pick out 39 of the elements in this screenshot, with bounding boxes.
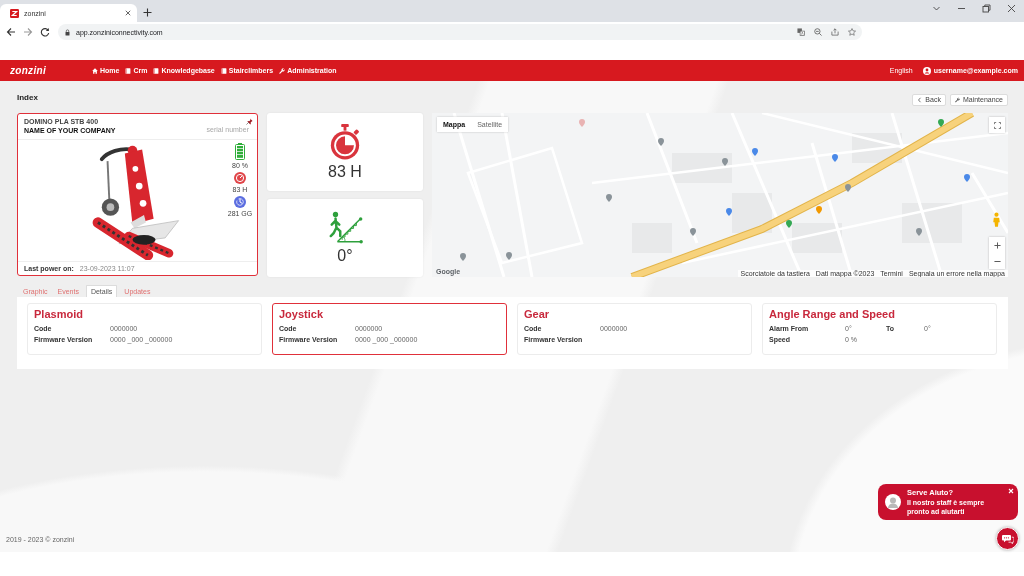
zoom-in-button[interactable] xyxy=(989,237,1005,253)
pin-icon[interactable] xyxy=(246,118,253,125)
module-title: Angle Range and Speed xyxy=(769,308,896,320)
module-title: Plasmoid xyxy=(34,308,84,320)
avatar-icon xyxy=(885,494,901,510)
battery-icon xyxy=(235,143,245,160)
fullscreen-button[interactable] xyxy=(989,117,1005,133)
zoom-out-icon[interactable] xyxy=(814,28,822,36)
book-icon xyxy=(125,67,132,74)
gauge-icon xyxy=(234,172,246,184)
brand-logo[interactable]: zonzini xyxy=(10,65,92,76)
lock-icon xyxy=(65,28,70,36)
wrench-icon xyxy=(279,67,286,74)
plus-icon xyxy=(993,241,1001,249)
book-icon xyxy=(153,67,160,74)
clock-icon xyxy=(234,196,246,208)
book-icon xyxy=(220,67,227,74)
fullscreen-icon xyxy=(993,121,1001,129)
share-icon[interactable] xyxy=(831,28,839,36)
page-title: Index xyxy=(17,92,38,102)
restore-icon[interactable] xyxy=(982,4,991,13)
chat-icon xyxy=(1001,533,1014,544)
module-title: Joystick xyxy=(279,308,325,320)
chevron-left-icon xyxy=(917,96,923,103)
user-icon xyxy=(922,66,931,75)
plus-icon[interactable] xyxy=(143,8,152,17)
close-icon[interactable] xyxy=(125,10,131,16)
back-arrow-icon[interactable] xyxy=(6,27,16,37)
hours-value: 83 H xyxy=(328,162,362,181)
translate-icon[interactable] xyxy=(797,28,805,36)
wrench-icon xyxy=(954,96,960,103)
module-title: Gear xyxy=(524,308,551,320)
angle-value: 0° xyxy=(337,247,353,265)
close-icon[interactable] xyxy=(1007,4,1016,13)
star-icon[interactable] xyxy=(848,28,856,36)
reload-icon[interactable] xyxy=(40,27,50,37)
stopwatch-icon xyxy=(328,123,362,160)
logo-icon xyxy=(10,8,19,18)
home-icon xyxy=(92,67,98,74)
